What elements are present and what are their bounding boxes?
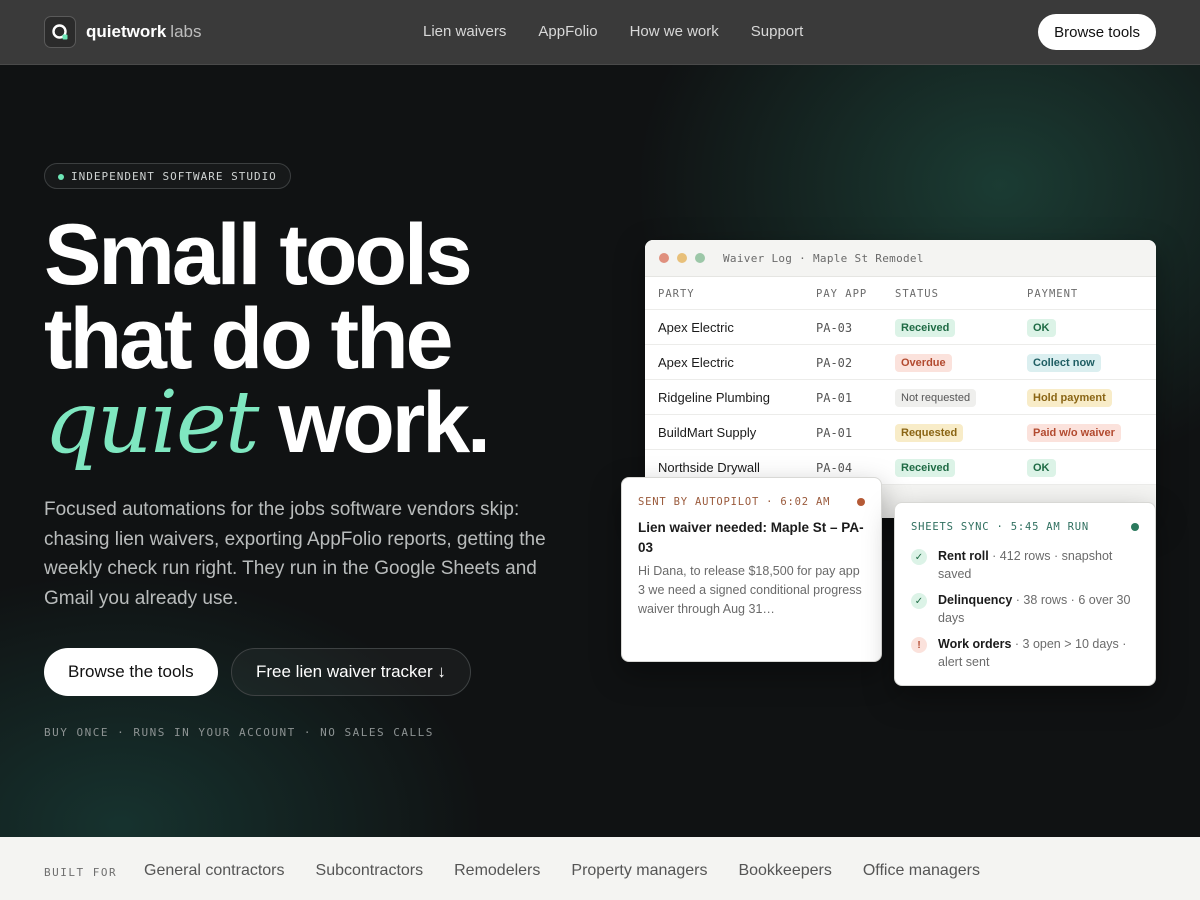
autopilot-email-card[interactable]: SENT BY AUTOPILOT · 6:02 AM Lien waiver … <box>621 477 882 662</box>
party-cell: Apex Electric <box>658 355 734 370</box>
email-body: Hi Dana, to release $18,500 for pay app … <box>638 564 862 616</box>
waiver-log-header: Waiver Log · Maple St Remodel <box>645 240 1156 277</box>
headline-line-3: quiet work. <box>44 380 491 466</box>
built-for-list: General contractors Subcontractors Remod… <box>144 862 980 880</box>
sheets-sync-card[interactable]: SHEETS SYNC · 5:45 AM RUN ✓ Rent roll · … <box>894 502 1156 686</box>
hero-lede: Focused automations for the jobs softwar… <box>44 499 546 609</box>
browse-tools-button[interactable]: Browse tools <box>1038 14 1156 50</box>
sync-item-name: Rent roll <box>938 549 989 563</box>
window-minimize-icon <box>677 253 687 263</box>
top-nav: quietwork labs Lien waivers AppFolio How … <box>0 0 1200 65</box>
nav-link-how-we-work[interactable]: How we work <box>630 23 719 40</box>
built-for-bar: BUILT FOR General contractors Subcontrac… <box>0 837 1200 900</box>
table-row[interactable]: Apex Electric PA-02 Overdue Collect now <box>645 345 1156 380</box>
status-dot-icon <box>58 174 64 180</box>
window-maximize-icon <box>695 253 705 263</box>
table-row[interactable]: BuildMart Supply PA-01 Requested Paid w/… <box>645 415 1156 450</box>
sync-item-name: Work orders <box>938 637 1012 651</box>
alert-icon: ! <box>911 637 927 653</box>
table-row[interactable]: Ridgeline Plumbing PA-01 Not requested H… <box>645 380 1156 415</box>
built-for-item: Bookkeepers <box>738 862 832 879</box>
brand-sub: labs <box>170 22 202 41</box>
party-cell: Ridgeline Plumbing <box>658 390 771 405</box>
col-status: STATUS <box>895 287 939 300</box>
email-tag: SENT BY AUTOPILOT · 6:02 AM <box>638 496 831 508</box>
pay-app-cell: PA-01 <box>816 390 853 405</box>
browse-the-tools-button[interactable]: Browse the tools <box>44 648 218 696</box>
headline-line-1: Small tools <box>44 207 473 303</box>
sheets-tag: SHEETS SYNC · 5:45 AM RUN <box>911 521 1090 533</box>
payment-badge: Collect now <box>1027 353 1101 372</box>
col-payment: PAYMENT <box>1027 287 1079 300</box>
hero-tagline: BUY ONCE · RUNS IN YOUR ACCOUNT · NO SAL… <box>44 726 434 739</box>
free-tracker-button[interactable]: Free lien waiver tracker ↓ <box>231 648 471 696</box>
built-for-item: Property managers <box>571 862 708 879</box>
payment-badge: Hold payment <box>1027 388 1112 407</box>
hero: INDEPENDENT SOFTWARE STUDIO Small tools … <box>0 65 1200 837</box>
built-for-item: Subcontractors <box>315 862 424 879</box>
headline-accent: quiet <box>44 373 259 473</box>
status-badge: Not requested <box>895 388 977 407</box>
studio-pill: INDEPENDENT SOFTWARE STUDIO <box>44 163 291 189</box>
built-for-label: BUILT FOR <box>44 866 118 879</box>
headline-line-2: that do the <box>44 291 453 387</box>
email-status-dot-icon <box>857 498 865 506</box>
payment-badge: Paid w/o waiver <box>1027 423 1121 442</box>
hero-headline: Small tools that do the quiet work. <box>44 207 491 466</box>
col-party: PARTY <box>658 287 695 300</box>
check-icon: ✓ <box>911 593 927 609</box>
payment-badge: OK <box>1027 318 1056 337</box>
nav-link-lien-waivers[interactable]: Lien waivers <box>423 23 506 40</box>
table-row[interactable]: Apex Electric PA-03 Received OK <box>645 310 1156 345</box>
brand-name[interactable]: quietwork labs <box>86 22 201 42</box>
pay-app-cell: PA-01 <box>816 425 853 440</box>
waiver-log-title: Waiver Log · Maple St Remodel <box>723 251 924 265</box>
status-badge: Received <box>895 458 956 477</box>
pay-app-cell: PA-02 <box>816 355 853 370</box>
status-badge: Requested <box>895 423 964 442</box>
status-badge: Received <box>895 318 956 337</box>
brand-main: quietwork <box>86 22 167 41</box>
email-subject: Lien waiver needed: Maple St – PA-03 <box>638 520 864 555</box>
payment-badge: OK <box>1027 458 1056 477</box>
sync-item-name: Delinquency <box>938 593 1013 607</box>
party-cell: Apex Electric <box>658 320 734 335</box>
window-close-icon <box>659 253 669 263</box>
table-header-row: PARTY PAY APP STATUS PAYMENT <box>645 277 1156 310</box>
headline-end: work. <box>278 375 491 471</box>
col-pay-app: PAY APP <box>816 287 868 300</box>
built-for-item: Office managers <box>862 862 980 879</box>
pay-app-cell: PA-03 <box>816 320 853 335</box>
logo-icon[interactable] <box>44 16 76 48</box>
status-badge: Overdue <box>895 353 952 372</box>
sheets-status-dot-icon <box>1131 523 1139 531</box>
studio-pill-label: INDEPENDENT SOFTWARE STUDIO <box>71 169 277 183</box>
party-cell: BuildMart Supply <box>658 425 757 440</box>
nav-link-support[interactable]: Support <box>751 23 804 40</box>
check-icon: ✓ <box>911 549 927 565</box>
nav-link-appfolio[interactable]: AppFolio <box>538 23 597 40</box>
built-for-item: Remodelers <box>454 862 541 879</box>
nav-links: Lien waivers AppFolio How we work Suppor… <box>423 23 803 40</box>
built-for-item: General contractors <box>144 862 285 879</box>
